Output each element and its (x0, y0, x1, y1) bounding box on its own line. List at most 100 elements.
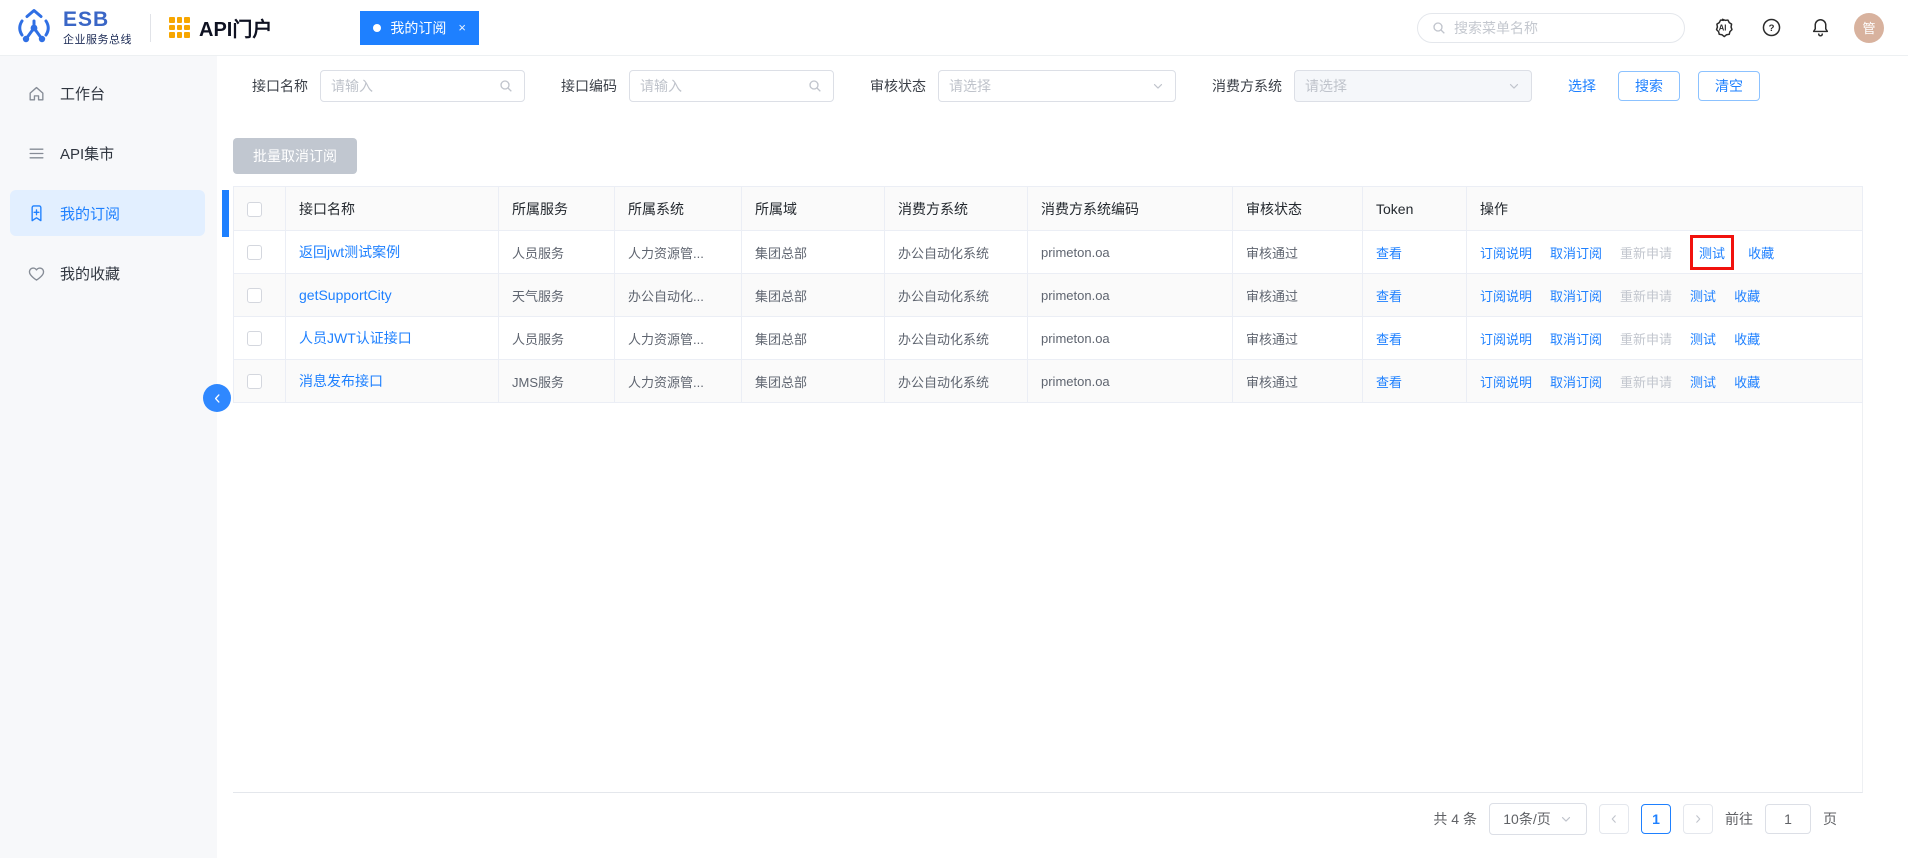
test-link[interactable]: 测试 (1690, 329, 1716, 348)
cell-consumer-system: 办公自动化系统 (884, 230, 1028, 274)
unsubscribe-link[interactable]: 取消订阅 (1550, 286, 1602, 305)
cell-interface-name: 消息发布接口 (285, 359, 499, 403)
sidebar: 工作台 API集市我的订阅我的收藏 (0, 56, 217, 858)
page-size-select[interactable]: 10条/页 (1489, 803, 1587, 835)
subscription-info-link[interactable]: 订阅说明 (1480, 329, 1532, 348)
cell-actions: 订阅说明 取消订阅 重新申请 测试 收藏 (1466, 273, 1863, 317)
sidebar-item-label: 我的收藏 (60, 265, 121, 283)
consumer-code-text: primeton.oa (1041, 373, 1110, 389)
current-page-button[interactable]: 1 (1641, 804, 1671, 834)
consumer-code-text: primeton.oa (1041, 330, 1110, 346)
row-checkbox[interactable] (247, 374, 262, 390)
reapply-link: 重新申请 (1620, 288, 1673, 304)
filter-text-input[interactable] (629, 70, 834, 102)
reapply-link: 重新申请 (1620, 374, 1673, 390)
batch-unsubscribe-button[interactable]: 批量取消订阅 (233, 138, 357, 174)
filter-text-input[interactable] (320, 70, 525, 102)
sidebar-item-2[interactable]: API集市 (10, 130, 205, 176)
filter-label: 审核状态 (870, 78, 926, 94)
test-link[interactable]: 测试 (1690, 372, 1716, 391)
row-checkbox[interactable] (247, 245, 262, 261)
reapply-link: 重新申请 (1620, 245, 1673, 261)
table-row: 消息发布接口 JMS服务 人力资源管... 集团总部 办公自动化系统 primeton.o… (233, 359, 1863, 403)
filter-select[interactable]: 请选择 (938, 70, 1176, 102)
token-view-link[interactable]: 查看 (1376, 375, 1402, 390)
cell-consumer-code: primeton.oa (1027, 230, 1233, 274)
cell-domain: 集团总部 (741, 273, 885, 317)
heart-icon (28, 266, 45, 281)
cell-token: 查看 (1362, 273, 1467, 317)
domain-text: 集团总部 (755, 245, 808, 261)
brand[interactable]: ESB 企业服务总线 (14, 8, 132, 48)
svg-text:?: ? (1768, 23, 1774, 34)
cell-system: 人力资源管... (614, 359, 742, 403)
interface-name-link[interactable]: getSupportCity (299, 287, 392, 303)
clear-button[interactable]: 清空 (1698, 71, 1760, 101)
cell-system: 人力资源管... (614, 316, 742, 360)
select-all-checkbox[interactable] (247, 201, 262, 217)
column-header-1: 接口名称 (285, 186, 499, 231)
unsubscribe-link[interactable]: 取消订阅 (1550, 329, 1602, 348)
token-view-link[interactable]: 查看 (1376, 332, 1402, 347)
filter-label: 消费方系统 (1212, 78, 1282, 94)
row-checkbox[interactable] (247, 288, 262, 304)
subscription-info-link[interactable]: 订阅说明 (1480, 286, 1532, 305)
test-link[interactable]: 测试 (1690, 286, 1716, 305)
subscription-info-link[interactable]: 订阅说明 (1480, 243, 1532, 262)
sidebar-item-label: 工作台 (60, 85, 106, 103)
sidebar-item-label: API集市 (60, 145, 115, 163)
filter-input-field[interactable] (640, 78, 807, 94)
user-avatar[interactable]: 管 (1854, 12, 1884, 43)
favorite-link[interactable]: 收藏 (1734, 286, 1760, 305)
cell-token: 查看 (1362, 230, 1467, 274)
brand-text: ESB 企业服务总线 (63, 8, 132, 47)
favorite-link[interactable]: 收藏 (1734, 372, 1760, 391)
ai-assistant-icon[interactable]: AI (1710, 16, 1734, 40)
filter-input-field[interactable] (331, 78, 498, 94)
unsubscribe-link[interactable]: 取消订阅 (1550, 243, 1602, 262)
chevron-left-icon (1611, 815, 1616, 823)
prev-page-button[interactable] (1599, 804, 1629, 834)
token-view-link[interactable]: 查看 (1376, 289, 1402, 304)
filter-select: 请选择 (1294, 70, 1532, 102)
grid-icon (169, 17, 190, 38)
column-header-8: Token (1362, 186, 1467, 231)
next-page-button[interactable] (1683, 804, 1713, 834)
search-icon (500, 80, 512, 92)
cell-consumer-system: 办公自动化系统 (884, 273, 1028, 317)
sidebar-item-3[interactable]: 我的订阅 (10, 190, 205, 236)
app-root: ESB 企业服务总线 API门户 我的订阅 × 搜索菜单名称 AI ? 管 工作… (0, 0, 1908, 858)
favorite-link[interactable]: 收藏 (1748, 243, 1774, 262)
sidebar-item-4[interactable]: 我的收藏 (10, 250, 205, 296)
goto-page-input[interactable] (1765, 804, 1811, 834)
help-icon[interactable]: ? (1759, 16, 1783, 40)
column-header-3: 所属系统 (614, 186, 742, 231)
menu-search-input[interactable]: 搜索菜单名称 (1417, 12, 1685, 43)
choose-link[interactable]: 选择 (1568, 76, 1596, 96)
interface-name-link[interactable]: 人员JWT认证接口 (299, 330, 412, 346)
interface-name-link[interactable]: 返回jwt测试案例 (299, 244, 400, 260)
tab-close-icon[interactable]: × (458, 20, 466, 35)
unsubscribe-link[interactable]: 取消订阅 (1550, 372, 1602, 391)
audit-status-text: 审核通过 (1246, 374, 1299, 390)
filter-group-1: 接口名称 (252, 70, 525, 102)
sidebar-collapse-button[interactable] (203, 384, 231, 412)
audit-status-text: 审核通过 (1246, 288, 1299, 304)
system-text: 人力资源管... (628, 245, 704, 261)
table-header-row: 接口名称 所属服务 所属系统 所属域 消费方系统 消费方系统编码 审核状态 Token 操作 (233, 186, 1863, 231)
domain-text: 集团总部 (755, 331, 808, 347)
tab-my-subscriptions[interactable]: 我的订阅 × (360, 10, 479, 45)
interface-name-link[interactable]: 消息发布接口 (299, 373, 383, 389)
search-button[interactable]: 搜索 (1618, 71, 1680, 101)
sidebar-item-1[interactable]: 工作台 (10, 70, 205, 116)
token-view-link[interactable]: 查看 (1376, 246, 1402, 261)
row-checkbox[interactable] (247, 331, 262, 347)
test-link[interactable]: 测试 (1690, 234, 1735, 270)
favorite-link[interactable]: 收藏 (1734, 329, 1760, 348)
sidebar-nav: 工作台 API集市我的订阅我的收藏 (0, 70, 217, 296)
page-suffix: 页 (1823, 811, 1837, 827)
filter-fields: 接口名称 接口编码 审核状态 请选择 消费方系统 请选择 (252, 70, 1568, 102)
notification-bell-icon[interactable] (1808, 16, 1832, 40)
subscription-info-link[interactable]: 订阅说明 (1480, 372, 1532, 391)
cell-service: JMS服务 (498, 359, 615, 403)
